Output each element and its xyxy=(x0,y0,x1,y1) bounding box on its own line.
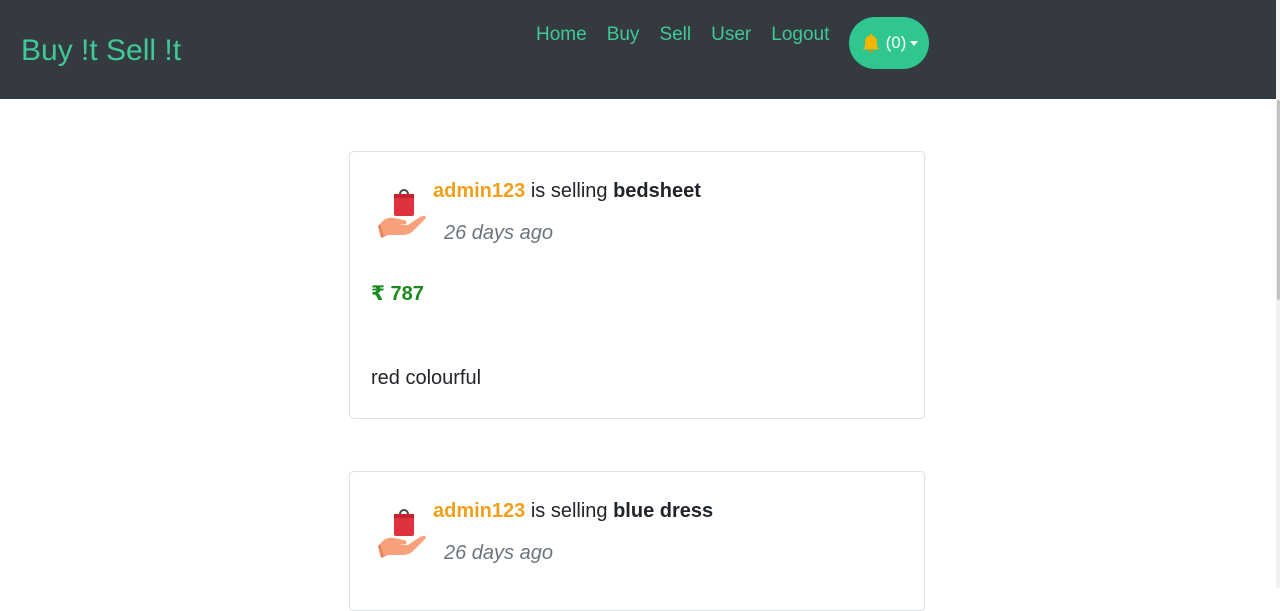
shopping-bag-in-hand-icon xyxy=(378,509,426,558)
listing-card: admin123 is selling bedsheet 26 days ago… xyxy=(349,151,925,419)
notification-count: (0) xyxy=(885,33,907,52)
shopping-bag-in-hand-icon xyxy=(378,189,426,238)
listing-verb: is selling xyxy=(525,180,614,202)
seller-name[interactable]: admin123 xyxy=(433,180,525,202)
brand-logo[interactable]: Buy !t Sell !t xyxy=(21,32,181,70)
listing-description: red colourful xyxy=(371,367,482,389)
listing-headline: admin123 is selling bedsheet xyxy=(433,178,701,204)
nav-link-buy[interactable]: Buy xyxy=(607,23,640,47)
listing-price: ₹ 787 xyxy=(371,283,424,305)
nav-link-sell[interactable]: Sell xyxy=(659,23,691,47)
seller-name[interactable]: admin123 xyxy=(433,500,525,522)
listing-time: 26 days ago xyxy=(444,222,553,244)
chevron-down-icon xyxy=(910,40,919,46)
nav-link-home[interactable]: Home xyxy=(536,23,587,47)
product-name[interactable]: blue dress xyxy=(613,500,713,522)
notifications-dropdown-button[interactable]: (0) xyxy=(849,17,929,69)
listing-verb: is selling xyxy=(525,500,614,522)
product-name[interactable]: bedsheet xyxy=(613,180,701,202)
listing-card: admin123 is selling blue dress 26 days a… xyxy=(349,471,925,611)
listing-headline: admin123 is selling blue dress xyxy=(433,498,713,524)
nav-link-logout[interactable]: Logout xyxy=(771,23,829,47)
bell-icon xyxy=(862,33,879,53)
listing-time: 26 days ago xyxy=(444,542,553,564)
navbar: Buy !t Sell !t Home Buy Sell User Logout… xyxy=(0,0,1276,99)
nav-link-user[interactable]: User xyxy=(711,23,751,47)
nav-links: Home Buy Sell User Logout xyxy=(536,23,829,47)
